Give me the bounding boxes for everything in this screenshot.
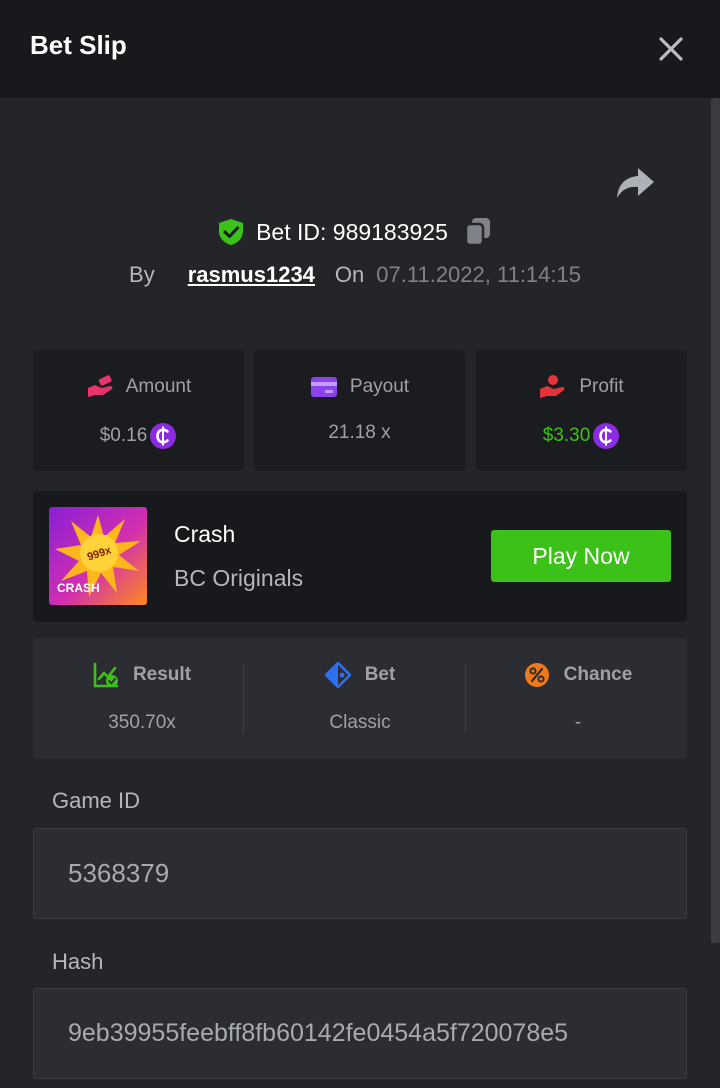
game-name[interactable]: Crash [174, 521, 235, 548]
bet-id-row: Bet ID: 989183925 [0, 214, 710, 250]
divider [243, 664, 244, 734]
shield-check-icon [219, 219, 244, 245]
profit-label: Profit [579, 376, 624, 397]
percent-icon [524, 663, 549, 687]
chance-value: - [574, 712, 582, 733]
coin-icon [593, 423, 620, 449]
hash-label: Hash [52, 949, 104, 974]
share-icon[interactable] [614, 164, 656, 202]
payout-label: Payout [349, 376, 410, 397]
profit-value: $3.30 [542, 425, 591, 446]
result-column: Result 350.70x [33, 638, 251, 759]
bet-datetime: 07.11.2022, 11:14:15 [376, 262, 581, 287]
scrollbar-thumb[interactable] [711, 98, 720, 943]
tag-icon [324, 662, 351, 688]
amount-card: Amount $0.16 [33, 350, 244, 471]
bet-column: Bet Classic [251, 638, 469, 759]
card-icon [310, 377, 337, 397]
chart-check-icon [93, 662, 119, 688]
hash-field[interactable]: 9eb39955feebff8fb60142fe0454a5f720078e5 [33, 988, 687, 1079]
close-icon[interactable] [652, 30, 690, 68]
bet-id: Bet ID: 989183925 [256, 218, 448, 245]
profit-card: Profit $3.30 [476, 350, 687, 471]
game-card: 999x CRASH Crash BC Originals Play Now [33, 491, 687, 622]
money-hand-icon [87, 375, 113, 397]
bet-label: Bet [364, 664, 396, 685]
game-id-label: Game ID [52, 788, 141, 813]
bet-author-row: By rasmus1234 On 07.11.2022, 11:14:15 [0, 258, 710, 292]
by-label: By [129, 262, 155, 287]
game-provider: BC Originals [174, 565, 304, 591]
username-link[interactable]: rasmus1234 [188, 262, 315, 288]
play-now-button[interactable]: Play Now [491, 530, 671, 582]
result-value: 350.70x [108, 712, 176, 733]
crash-game-art: 999x CRASH [49, 507, 147, 605]
divider [465, 664, 466, 734]
header: Bet Slip [0, 0, 720, 98]
copy-icon[interactable] [464, 217, 492, 247]
page-title: Bet Slip [30, 30, 127, 60]
game-thumbnail[interactable]: 999x CRASH [49, 507, 147, 605]
on-label: On [334, 262, 365, 287]
chance-label: Chance [563, 664, 633, 685]
bet-value: Classic [329, 712, 391, 733]
game-id-field[interactable]: 5368379 [33, 828, 687, 919]
bet-details-card: Result 350.70x Bet Classic Chance - [33, 638, 687, 759]
amount-value: $0.16 [99, 425, 148, 446]
coin-icon [150, 423, 177, 449]
result-label: Result [132, 664, 192, 685]
payout-card: Payout 21.18 x [254, 350, 465, 471]
payout-value: 21.18 x [328, 422, 391, 443]
profit-hand-icon [540, 375, 565, 398]
thumb-title: CRASH [57, 581, 100, 595]
amount-label: Amount [125, 376, 192, 397]
chance-column: Chance - [469, 638, 687, 759]
